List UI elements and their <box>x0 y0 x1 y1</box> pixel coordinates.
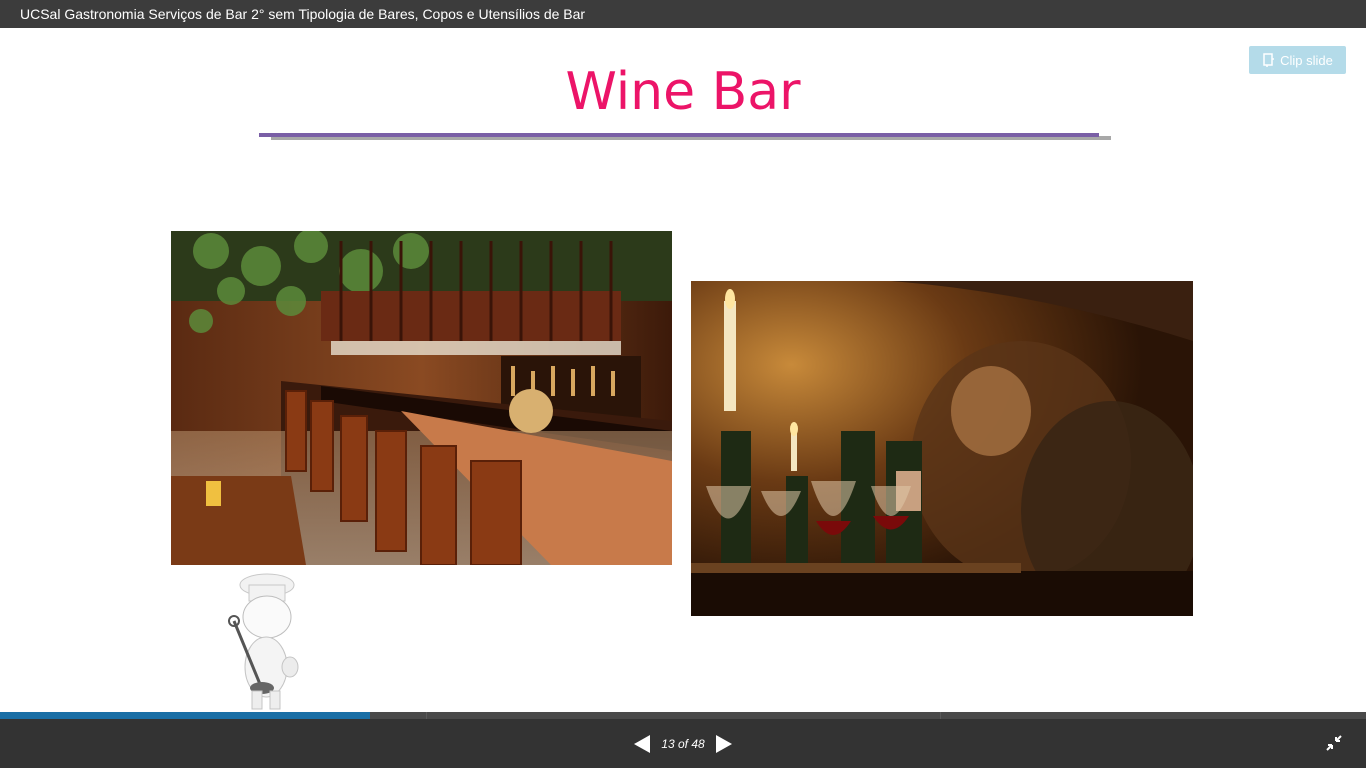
player-controls: 13 of 48 <box>0 719 1366 768</box>
slide-canvas: Clip slide Wine Bar <box>0 28 1366 712</box>
triangle-right-icon <box>716 735 732 753</box>
slide-progress-bar[interactable] <box>0 712 1366 719</box>
clip-icon <box>1263 53 1275 67</box>
progress-fill <box>0 712 371 719</box>
exit-fullscreen-button[interactable] <box>1326 735 1342 751</box>
progress-tick <box>940 712 941 719</box>
chef-figure-illustration <box>222 571 312 712</box>
exit-fullscreen-icon <box>1326 735 1342 751</box>
triangle-left-icon <box>634 735 650 753</box>
title-bar: UCSal Gastronomia Serviços de Bar 2° sem… <box>0 0 1366 28</box>
title-rule <box>259 133 1099 137</box>
slide-title: Wine Bar <box>565 62 801 122</box>
progress-tick <box>426 712 427 719</box>
slide-counter: 13 of 48 <box>661 737 705 751</box>
next-slide-button[interactable] <box>715 735 733 753</box>
wine-cellar-table-photo <box>691 281 1193 616</box>
previous-slide-button[interactable] <box>633 735 651 753</box>
presentation-title: UCSal Gastronomia Serviços de Bar 2° sem… <box>20 6 586 22</box>
wine-bar-interior-photo <box>171 231 672 565</box>
